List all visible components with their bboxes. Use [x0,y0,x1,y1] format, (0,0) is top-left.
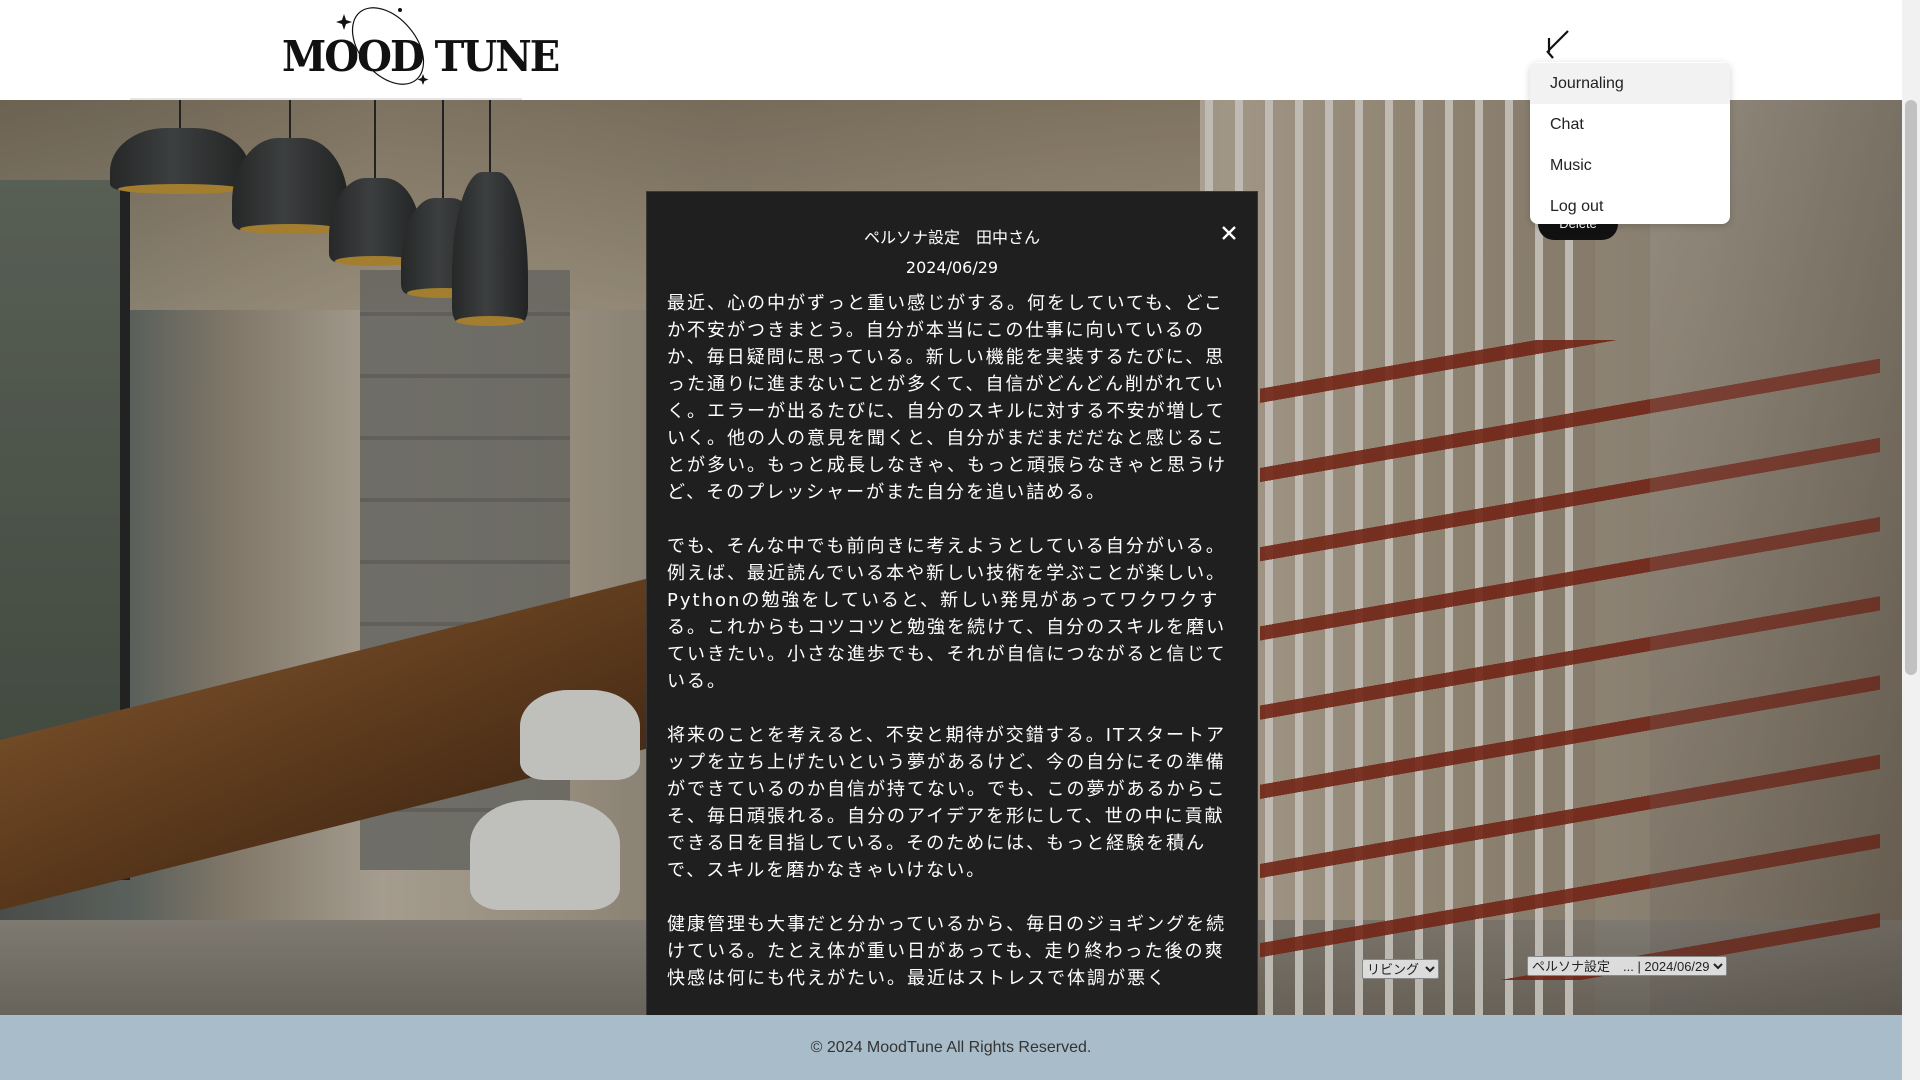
footer-copyright: © 2024 MoodTune All Rights Reserved. [810,1039,1092,1056]
room-select[interactable]: リビング [1362,959,1439,979]
sparkle-icon [336,14,352,30]
site-footer: © 2024 MoodTune All Rights Reserved. [0,1015,1902,1080]
close-icon[interactable] [1217,221,1241,245]
journal-paragraph: 最近、心の中がずっと重い感じがする。何をしていても、どこか不安がつきまとう。自分… [667,293,1227,503]
mood-tune-logo[interactable]: MOOD TUNE [280,2,560,86]
journal-modal: ペルソナ設定 田中さん 2024/06/29 最近、心の中がずっと重い感じがする… [646,191,1258,1015]
journal-paragraph: 将来のことを考えると、不安と期待が交錯する。ITスタートアップを立ち上げたいとい… [667,725,1227,881]
nav-item-chat[interactable]: Chat [1530,104,1730,145]
persona-journal-select[interactable]: ペルソナ設定 ... | 2024/06/29 [1527,956,1727,976]
nav-item-logout[interactable]: Log out [1530,186,1730,224]
journal-body: 最近、心の中がずっと重い感じがする。何をしていても、どこか不安がつきまとう。自分… [667,290,1239,1015]
journal-paragraph: 健康管理も大事だと分かっているから、毎日のジョギングを続けている。たとえ体が重い… [667,914,1227,989]
header-divider [130,98,522,100]
nav-dropdown-menu: Journaling Chat Music Log out [1530,62,1730,224]
modal-date: 2024/06/29 [905,258,999,277]
scrollbar-thumb[interactable] [1905,100,1917,675]
journal-paragraph: でも、そんな中でも前向きに考えようとしている自分がいる。例えば、最近読んでいる本… [667,536,1227,692]
modal-title: ペルソナ設定 田中さん [863,228,1040,247]
close-menu-icon[interactable] [1543,28,1573,62]
nav-item-music[interactable]: Music [1530,145,1730,186]
logo-text: MOOD TUNE [282,32,560,82]
nav-item-journaling[interactable]: Journaling [1530,63,1730,104]
page-scrollbar[interactable] [1902,0,1920,1080]
